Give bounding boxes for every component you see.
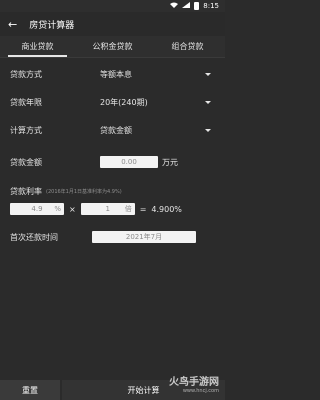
first-payment-date-input[interactable]: 2021年7月	[92, 231, 196, 243]
rate-label: 贷款利率	[10, 186, 42, 196]
arrow-left-icon[interactable]: ←	[8, 19, 17, 30]
signal-icon	[182, 2, 191, 10]
rate-header: 贷款利率 (2016年1月1日基准利率为4.9%)	[10, 182, 215, 200]
loan-method-value: 等额本息	[100, 69, 132, 79]
rate-multiplier-value: 1	[105, 205, 110, 213]
first-payment-row: 首次还款时间 2021年7月	[10, 224, 215, 250]
loan-method-select[interactable]: 等额本息	[100, 69, 215, 80]
rate-multiplier-input[interactable]: 1 倍	[80, 203, 135, 215]
loan-form: 贷款方式 等额本息 贷款年限 20年(240期) 计算方式 贷款金额 贷款金额 …	[0, 60, 225, 250]
reset-button[interactable]: 重置	[0, 380, 60, 400]
base-rate-value: 4.9	[31, 205, 43, 213]
loan-amount-row: 贷款金额 0.00 万元	[10, 148, 215, 176]
rate-multiplier-unit: 倍	[124, 205, 132, 213]
battery-icon	[194, 2, 200, 10]
loan-years-select[interactable]: 20年(240期)	[100, 97, 215, 108]
tab-provident-fund-loan[interactable]: 公积金贷款	[75, 36, 150, 57]
rate-result: 4.900%	[151, 204, 182, 214]
calc-method-value: 贷款金额	[100, 125, 132, 135]
loan-years-value: 20年(240期)	[100, 97, 148, 107]
chevron-down-icon	[205, 72, 211, 76]
loan-method-label: 贷款方式	[10, 69, 42, 79]
status-bar: 8:15	[0, 0, 225, 12]
loan-amount-input[interactable]: 0.00	[100, 156, 158, 168]
first-payment-label: 首次还款时间	[10, 232, 58, 242]
calc-method-label: 计算方式	[10, 125, 42, 135]
watermark-logo: 火鸟手游网 www.hncj.com	[169, 373, 219, 394]
wifi-icon	[170, 2, 179, 10]
calc-method-select[interactable]: 贷款金额	[100, 125, 215, 136]
app-bar: ← 房贷计算器	[0, 12, 225, 36]
page-title: 房贷计算器	[29, 20, 75, 31]
calc-method-row: 计算方式 贷款金额	[10, 116, 215, 144]
watermark-text: 火鸟手游网	[169, 377, 219, 388]
rate-note: (2016年1月1日基准利率为4.9%)	[46, 188, 122, 195]
loan-amount-unit: 万元	[162, 157, 178, 167]
loan-years-row: 贷款年限 20年(240期)	[10, 88, 215, 116]
base-rate-unit: %	[54, 205, 61, 213]
tab-bar: 商业贷款 公积金贷款 组合贷款	[0, 36, 225, 58]
loan-method-row: 贷款方式 等额本息	[10, 60, 215, 88]
chevron-down-icon	[205, 100, 211, 104]
equals-sign: =	[139, 204, 147, 214]
times-sign: ×	[69, 204, 76, 214]
tab-combined-loan[interactable]: 组合贷款	[150, 36, 225, 57]
loan-amount-label: 贷款金额	[10, 157, 42, 167]
tab-commercial-loan[interactable]: 商业贷款	[0, 36, 75, 57]
rate-row: 4.9 % × 1 倍 = 4.900%	[10, 200, 215, 218]
status-time: 8:15	[203, 2, 219, 10]
chevron-down-icon	[205, 128, 211, 132]
watermark-url: www.hncj.com	[182, 388, 219, 394]
base-rate-input[interactable]: 4.9 %	[10, 203, 64, 215]
loan-years-label: 贷款年限	[10, 97, 42, 107]
